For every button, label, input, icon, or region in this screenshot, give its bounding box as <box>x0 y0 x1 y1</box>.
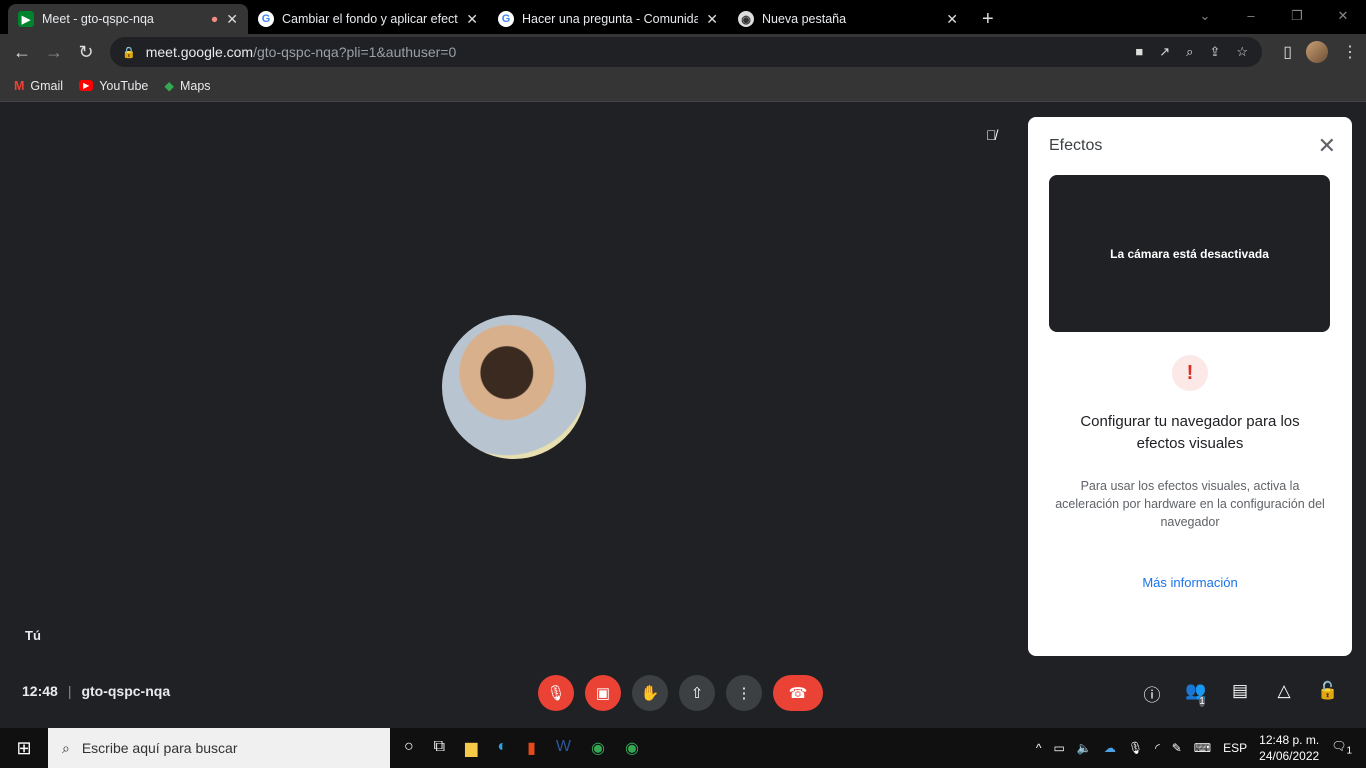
office-icon[interactable]: ▮ <box>527 738 536 758</box>
panel-heading: Configurar tu navegador para los efectos… <box>1080 413 1300 452</box>
zoom-icon[interactable]: ⌕ <box>1186 44 1193 60</box>
reload-button[interactable]: ↻ <box>70 42 102 63</box>
chrome-icon[interactable]: ◉ <box>625 738 639 758</box>
tab-meet[interactable]: ▶ Meet - gto-qspc-nqa ● ✕ <box>8 4 248 34</box>
star-icon[interactable]: ☆ <box>1236 44 1248 60</box>
meeting-code: gto-qspc-nqa <box>81 683 171 699</box>
camera-icon[interactable]: ■ <box>1135 44 1143 60</box>
bookmark-maps[interactable]: ◆ Maps <box>164 78 210 94</box>
close-window-button[interactable]: ✕ <box>1320 0 1366 32</box>
tab-nueva[interactable]: ◉ Nueva pestaña ✕ <box>728 4 968 34</box>
tab-search-icon[interactable]: ⌄ <box>1182 0 1228 32</box>
file-explorer-icon[interactable]: ▆ <box>465 738 477 758</box>
bookmarks-bar: M Gmail ▶ YouTube ◆ Maps <box>0 70 1366 102</box>
close-icon[interactable]: ✕ <box>1318 133 1336 159</box>
host-controls-icon[interactable]: 🔓 <box>1316 681 1340 722</box>
show-hidden-icon[interactable]: ^ <box>1036 741 1042 755</box>
edge-icon[interactable]: ◐ <box>497 738 507 758</box>
microphone-icon[interactable]: 🎙 <box>1128 741 1143 755</box>
tab-cambiar-fondo[interactable]: G Cambiar el fondo y aplicar efectos ✕ <box>248 4 488 34</box>
task-view-icon[interactable]: ⧉ <box>434 738 445 758</box>
gmail-icon: M <box>14 78 25 93</box>
effects-panel: Efectos ✕ La cámara está desactivada ! C… <box>1028 117 1352 656</box>
leave-call-button[interactable]: ☎ <box>773 675 823 711</box>
windows-start-icon[interactable]: ⊞ <box>0 738 48 759</box>
bookmark-gmail[interactable]: M Gmail <box>14 79 63 93</box>
close-tab-icon[interactable]: ✕ <box>706 11 718 28</box>
share-icon[interactable]: ⇪ <box>1209 44 1220 60</box>
pen-icon[interactable]: ✎ <box>1172 741 1182 755</box>
profile-avatar[interactable] <box>1306 41 1328 63</box>
clock[interactable]: 12:48 p. m. 24/06/2022 <box>1259 732 1319 764</box>
lock-icon: 🔒 <box>122 46 136 59</box>
menu-icon[interactable]: ⋮ <box>1342 42 1358 62</box>
tab-hacer-pregunta[interactable]: G Hacer una pregunta - Comunidad ✕ <box>488 4 728 34</box>
tab-strip: ▶ Meet - gto-qspc-nqa ● ✕ G Cambiar el fondo… <box>0 0 1366 34</box>
google-icon: G <box>498 11 514 27</box>
meet-icon: ▶ <box>18 11 34 27</box>
volume-icon[interactable]: 🔈 <box>1077 741 1092 755</box>
address-bar[interactable]: 🔒 meet.google.com/gto-qspc-nqa?pli=1&aut… <box>110 37 1262 67</box>
restore-button[interactable]: ❐ <box>1274 0 1320 32</box>
close-tab-icon[interactable]: ✕ <box>946 11 958 28</box>
onedrive-icon[interactable]: ☁ <box>1104 741 1116 755</box>
side-panel-icon[interactable]: ▯ <box>1283 42 1292 62</box>
search-icon: ⌕ <box>62 739 70 756</box>
browser-toolbar: ← → ↻ 🔒 meet.google.com/gto-qspc-nqa?pli… <box>0 34 1366 70</box>
battery-icon[interactable]: ▭ <box>1054 741 1065 755</box>
self-label: Tú <box>25 628 41 643</box>
keyboard-icon[interactable]: ⌨ <box>1194 741 1211 755</box>
meeting-time: 12:48 <box>22 683 58 699</box>
panel-title: Efectos <box>1049 137 1103 154</box>
close-tab-icon[interactable]: ✕ <box>466 11 478 28</box>
warning-icon: ! <box>1172 355 1208 391</box>
activities-icon[interactable]: △ <box>1272 681 1296 722</box>
more-info-link[interactable]: Más información <box>1028 575 1352 590</box>
google-icon: G <box>258 11 274 27</box>
windows-taskbar: ⊞ ⌕ Escribe aquí para buscar ○ ⧉ ▆ ◐ ▮ W … <box>0 728 1366 768</box>
new-tab-button[interactable]: + <box>982 4 994 34</box>
panel-description: Para usar los efectos visuales, activa l… <box>1055 479 1325 529</box>
chat-icon[interactable]: ▤ <box>1228 681 1252 722</box>
info-icon[interactable]: ⓘ <box>1140 681 1164 722</box>
present-button[interactable]: ⇧ <box>679 675 715 711</box>
participants-badge: 1 <box>1199 696 1205 707</box>
close-tab-icon[interactable]: ✕ <box>226 11 238 28</box>
cortana-icon[interactable]: ○ <box>404 738 414 758</box>
forward-button[interactable]: → <box>38 42 70 63</box>
chrome-icon: ◉ <box>738 11 754 27</box>
more-options-button[interactable]: ⋮ <box>726 675 762 711</box>
notifications-icon[interactable]: 🗨1 <box>1331 739 1352 756</box>
chrome-icon[interactable]: ◉ <box>591 738 605 758</box>
recording-icon: ● <box>210 12 219 26</box>
wifi-icon[interactable]: ◜ <box>1155 741 1160 755</box>
mic-toggle-button[interactable]: 🎙 <box>538 675 574 711</box>
raise-hand-button[interactable]: ✋ <box>632 675 668 711</box>
people-icon[interactable]: 👥1 <box>1184 681 1208 722</box>
bookmark-youtube[interactable]: ▶ YouTube <box>79 79 148 93</box>
camera-toggle-button[interactable]: ▣ <box>585 675 621 711</box>
word-icon[interactable]: W <box>556 738 571 758</box>
open-external-icon[interactable]: ↗ <box>1159 44 1170 60</box>
youtube-icon: ▶ <box>79 80 94 91</box>
mic-off-icon: 🎙̸ <box>986 127 997 143</box>
maps-icon: ◆ <box>164 79 174 93</box>
participant-avatar <box>442 315 586 459</box>
meet-stage: 🎙̸ Tú Efectos ✕ La cámara está desactiva… <box>0 103 1366 728</box>
camera-preview: La cámara está desactivada <box>1049 175 1330 332</box>
language-indicator[interactable]: ESP <box>1223 741 1247 755</box>
back-button[interactable]: ← <box>6 42 38 63</box>
meet-controls-bar: 12:48 | gto-qspc-nqa 🎙 ▣ ✋ ⇧ ⋮ ☎ ⓘ 👥1 ▤ △ … <box>0 675 1366 727</box>
minimize-button[interactable]: – <box>1228 0 1274 32</box>
taskbar-search[interactable]: ⌕ Escribe aquí para buscar <box>48 728 390 768</box>
